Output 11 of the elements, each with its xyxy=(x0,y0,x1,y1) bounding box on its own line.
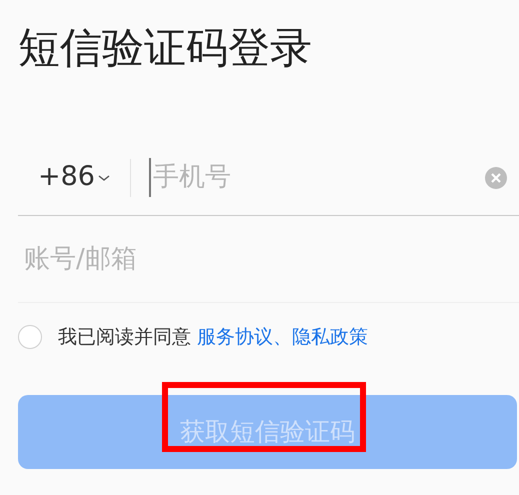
agreement-text: 我已阅读并同意 服务协议、隐私政策 xyxy=(58,325,368,350)
clear-icon[interactable] xyxy=(485,166,507,188)
policy-link[interactable]: 服务协议 xyxy=(197,326,274,348)
agreement-checkbox[interactable] xyxy=(18,325,42,350)
policy-link[interactable]: 隐私政策 xyxy=(292,326,368,348)
page-title: 短信验证码登录 xyxy=(17,22,313,74)
separator-text: 、 xyxy=(273,326,292,348)
country-code-dropdown[interactable]: +86 xyxy=(18,157,130,198)
chevron-down-icon xyxy=(96,172,111,182)
phone-input-field[interactable]: 手机号 xyxy=(149,158,485,197)
account-input-field[interactable]: 账号/邮箱 xyxy=(18,240,498,278)
